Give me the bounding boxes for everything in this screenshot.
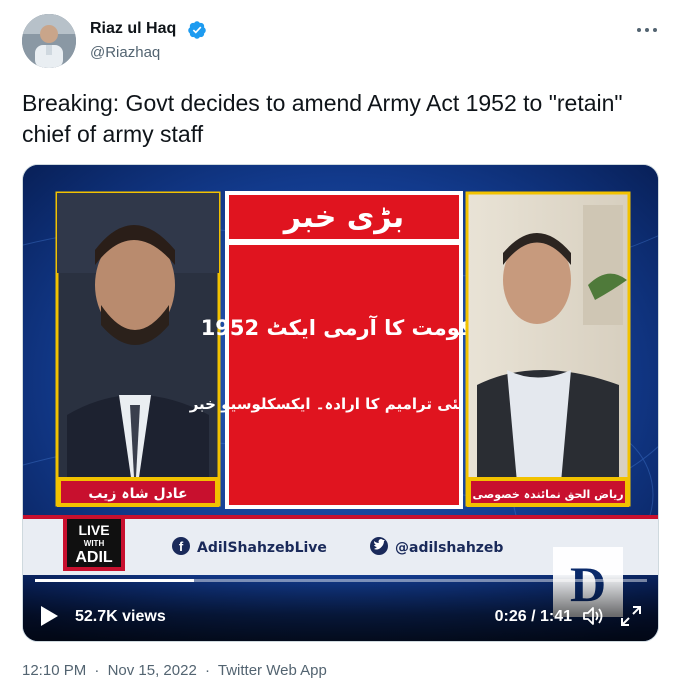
headline-line-2: میں نئی ترامیم کا ارادہ۔ ایکسکلوسیو خبر: [189, 395, 499, 413]
right-guest-caption: ریاض الحق نمائندہ خصوصی: [472, 488, 623, 501]
video-player[interactable]: بڑی خبر حکومت کا آرمی ایکٹ 1952 میں نئی …: [22, 164, 659, 642]
tweet-time[interactable]: 12:10 PM: [22, 662, 86, 679]
avatar[interactable]: [22, 14, 76, 68]
headline-line-1: حکومت کا آرمی ایکٹ 1952: [201, 315, 488, 340]
verified-badge-icon: [188, 21, 206, 39]
volume-icon[interactable]: [582, 605, 604, 627]
live-badge-line-3: ADIL: [75, 549, 113, 566]
twitter-handle: @adilshahzeb: [395, 540, 503, 556]
video-time: 0:26 / 1:41: [494, 608, 572, 625]
live-badge-line-1: LIVE: [78, 522, 109, 538]
facebook-handle: AdilShahzebLive: [197, 540, 327, 556]
play-icon[interactable]: [39, 605, 59, 627]
meta-separator-1: ·: [94, 662, 100, 679]
progress-fill: [35, 579, 195, 582]
author-name[interactable]: Riaz ul Haq: [90, 20, 176, 38]
tweet-header: Riaz ul Haq @Riazhaq: [22, 14, 662, 70]
right-guest-caption-bar: ریاض الحق نمائندہ خصوصی: [467, 477, 629, 507]
tweet-source[interactable]: Twitter Web App: [218, 662, 327, 679]
facebook-icon: f: [172, 537, 190, 555]
tweet-date[interactable]: Nov 15, 2022: [108, 662, 197, 679]
tweet-meta: 12:10 PM · Nov 15, 2022 · Twitter Web Ap…: [22, 662, 331, 679]
meta-separator-2: ·: [204, 662, 210, 679]
left-guest-caption-bar: عادل شاہ زیب: [57, 477, 219, 507]
live-badge-line-2: WITH: [84, 539, 105, 548]
progress-bar[interactable]: [35, 579, 647, 582]
more-icon[interactable]: [632, 18, 662, 42]
author-handle[interactable]: @Riazhaq: [90, 44, 160, 61]
view-count: 52.7K views: [75, 608, 166, 625]
live-badge: LIVE WITH ADIL: [63, 515, 125, 571]
twitter-icon: [370, 537, 388, 555]
left-guest-panel: [55, 191, 221, 507]
right-guest-panel: [465, 191, 631, 507]
fullscreen-icon[interactable]: [620, 605, 642, 627]
tweet-text: Breaking: Govt decides to amend Army Act…: [22, 90, 623, 147]
video-frame: بڑی خبر حکومت کا آرمی ایکٹ 1952 میں نئی …: [23, 165, 658, 641]
svg-text:f: f: [179, 539, 184, 554]
left-guest-caption: عادل شاہ زیب: [88, 486, 187, 502]
headline-banner: بڑی خبر: [282, 200, 404, 235]
headline-panel: بڑی خبر حکومت کا آرمی ایکٹ 1952 میں نئی …: [189, 191, 499, 509]
